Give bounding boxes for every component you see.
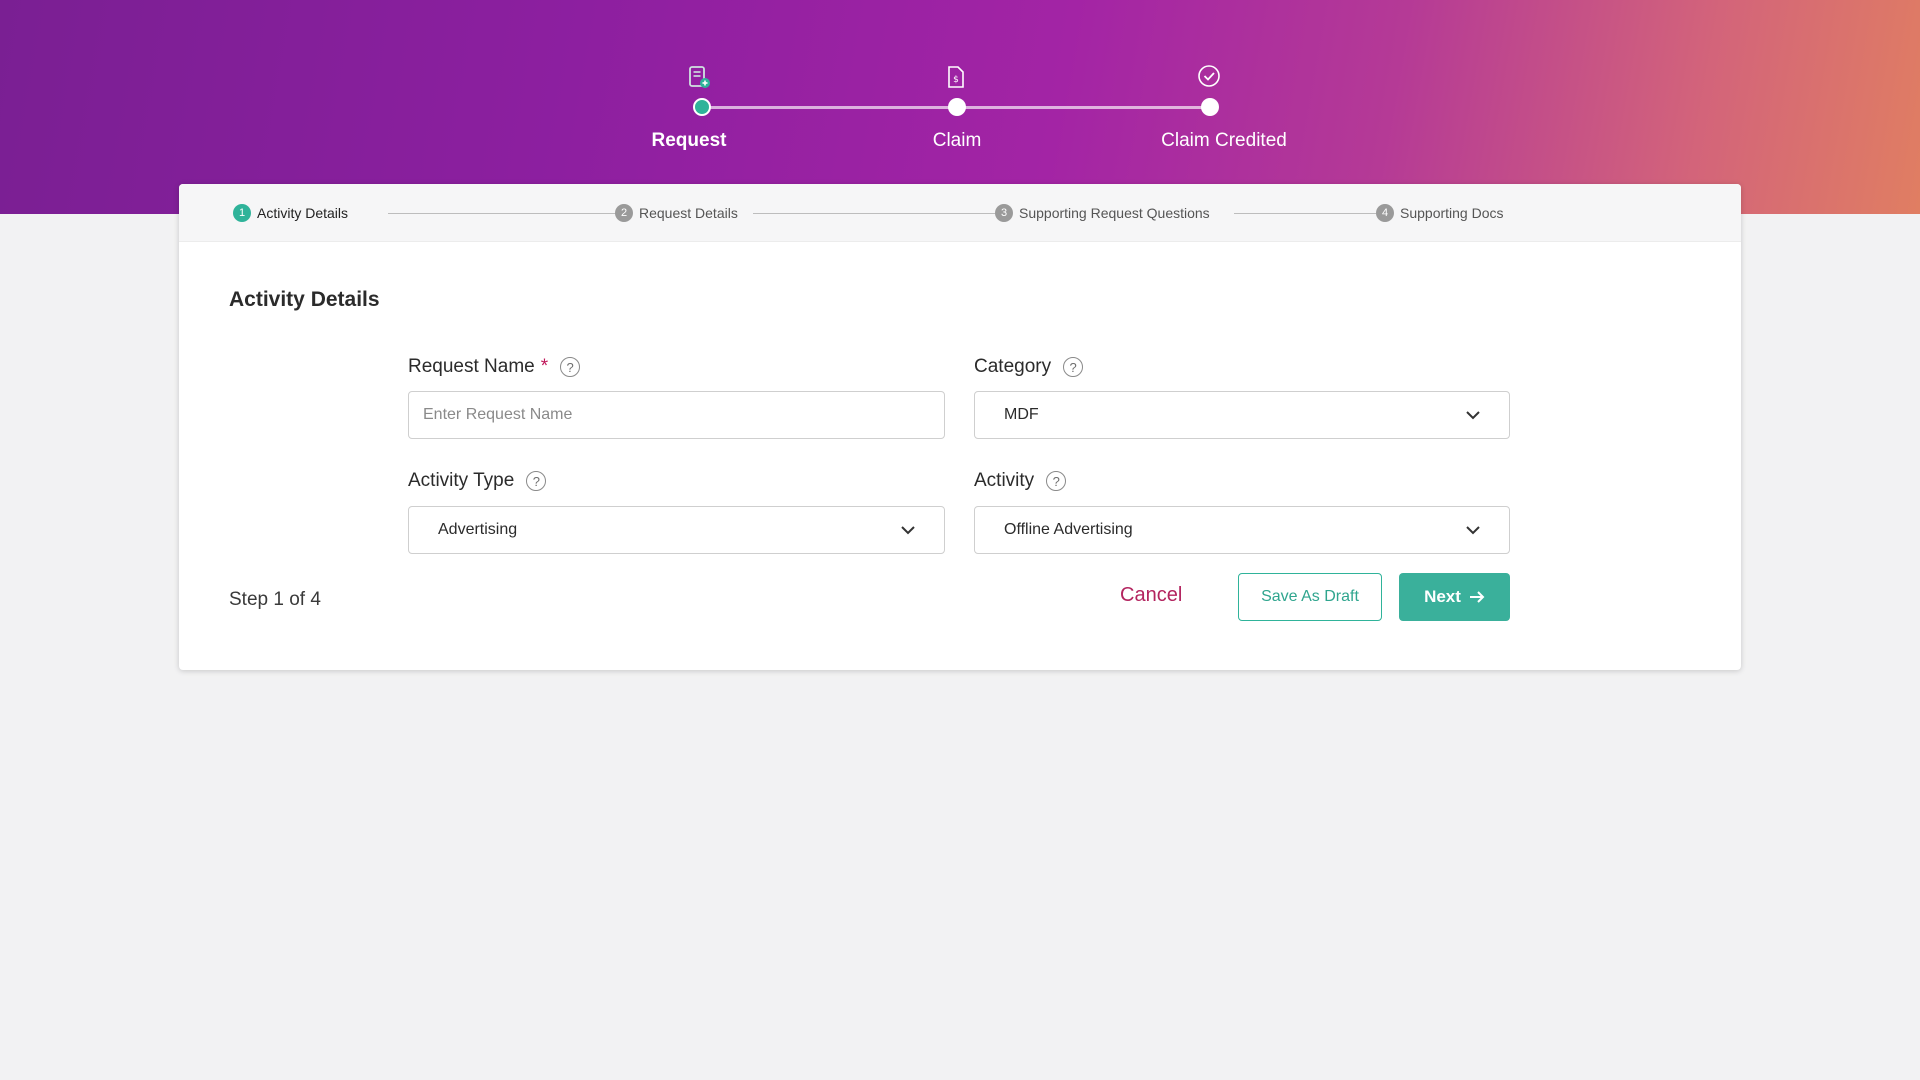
help-icon[interactable]: ? [526,471,547,491]
substep-number: 4 [1376,204,1394,222]
required-marker: * [540,356,549,377]
arrow-right-icon [1469,591,1485,603]
next-label: Next [1424,587,1461,606]
chevron-down-icon [1465,407,1481,423]
activity-type-select[interactable]: Advertising [408,506,945,554]
save-draft-button[interactable]: Save As Draft [1238,573,1382,621]
substep-activity-details[interactable]: 1 Activity Details [233,204,348,222]
progress-label-claim-credited: Claim Credited [1161,130,1287,151]
help-icon[interactable]: ? [560,357,581,377]
help-icon[interactable]: ? [1046,471,1067,491]
substep-connector [1234,213,1376,214]
category-label-text: Category [974,356,1052,377]
progress-dot-request [693,98,711,116]
substep-connector [753,213,995,214]
substep-number: 2 [615,204,633,222]
progress-line [958,106,1211,109]
request-name-label: Request Name * ? [408,356,581,378]
progress-stepper: $ Request Claim Claim Credited [0,0,1920,214]
activity-select[interactable]: Offline Advertising [974,506,1510,554]
activity-label-text: Activity [974,470,1035,491]
substep-label: Activity Details [257,205,349,221]
next-button[interactable]: Next [1399,573,1510,621]
cancel-button[interactable]: Cancel [1120,584,1182,607]
substep-number: 1 [233,204,251,222]
progress-line [702,106,958,109]
chevron-down-icon [900,522,916,538]
progress-dot-claim [948,98,966,116]
category-select[interactable]: MDF [974,391,1510,439]
chevron-down-icon [1465,522,1481,538]
substep-connector [388,213,616,214]
request-name-input[interactable] [408,391,945,439]
substep-supporting-questions[interactable]: 3 Supporting Request Questions [995,204,1210,222]
activity-label: Activity ? [974,470,1067,492]
substep-label: Supporting Docs [1400,205,1504,221]
substep-label: Request Details [639,205,738,221]
activity-value: Offline Advertising [1004,521,1133,538]
category-label: Category ? [974,356,1084,378]
form-title: Activity Details [229,288,380,311]
progress-label-request: Request [651,130,727,151]
activity-type-value: Advertising [438,521,518,538]
substep-number: 3 [995,204,1013,222]
check-circle-icon [1196,64,1222,90]
substep-supporting-docs[interactable]: 4 Supporting Docs [1376,204,1504,222]
substep-bar: 1 Activity Details 2 Request Details 3 S… [179,184,1741,242]
category-value: MDF [1004,406,1039,423]
activity-type-label: Activity Type ? [408,470,547,492]
substep-request-details[interactable]: 2 Request Details [615,204,738,222]
request-name-label-text: Request Name [408,356,535,377]
activity-type-label-text: Activity Type [408,470,515,491]
request-icon [686,64,712,90]
help-icon[interactable]: ? [1063,357,1084,377]
progress-dot-claim-credited [1201,98,1219,116]
substep-label: Supporting Request Questions [1019,205,1210,221]
claim-document-icon: $ [943,64,969,90]
step-counter: Step 1 of 4 [229,589,321,610]
svg-text:$: $ [953,75,959,85]
progress-label-claim: Claim [932,130,982,151]
